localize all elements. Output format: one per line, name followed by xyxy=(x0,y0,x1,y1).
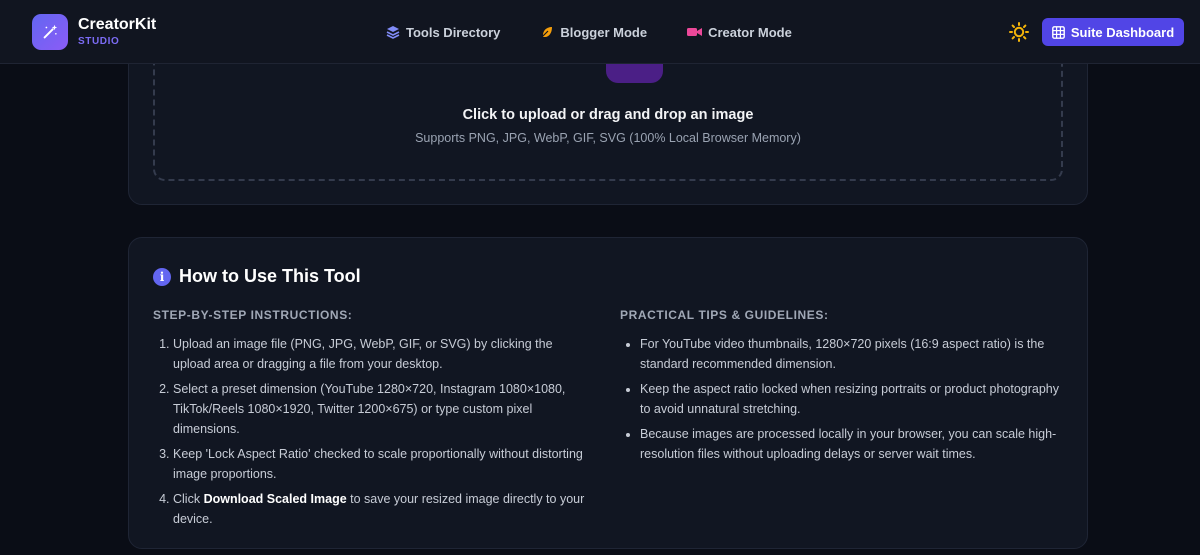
nav-blogger-mode[interactable]: Blogger Mode xyxy=(540,25,647,40)
instruction-step: Click Download Scaled Image to save your… xyxy=(173,489,593,529)
upload-subtitle: Supports PNG, JPG, WebP, GIF, SVG (100% … xyxy=(415,131,801,145)
tip-item: Because images are processed locally in … xyxy=(640,424,1060,464)
tip-item: Keep the aspect ratio locked when resizi… xyxy=(640,379,1060,419)
instruction-step-pre: Click xyxy=(173,492,204,506)
tips-heading: PRACTICAL TIPS & GUIDELINES: xyxy=(620,308,829,322)
instruction-step: Keep 'Lock Aspect Ratio' checked to scal… xyxy=(173,444,593,484)
suite-dashboard-label: Suite Dashboard xyxy=(1070,24,1175,40)
info-icon: i xyxy=(153,267,171,286)
feather-icon xyxy=(540,27,553,39)
nav-creator-mode[interactable]: Creator Mode xyxy=(687,25,792,40)
instructions-column: STEP-BY-STEP INSTRUCTIONS: Upload an ima… xyxy=(153,308,593,534)
sun-icon[interactable] xyxy=(1009,22,1029,42)
suite-dashboard-button[interactable]: Suite Dashboard xyxy=(1042,18,1184,46)
nav-blogger-mode-label: Blogger Mode xyxy=(560,24,648,40)
nav-creator-mode-label: Creator Mode xyxy=(708,24,792,40)
brand-name: CreatorKit xyxy=(78,16,157,33)
how-to-card: i How to Use This Tool STEP-BY-STEP INST… xyxy=(128,237,1088,549)
tips-list: For YouTube video thumbnails, 1280×720 p… xyxy=(620,334,1060,464)
how-to-title-text: How to Use This Tool xyxy=(179,266,361,286)
instruction-step: Upload an image file (PNG, JPG, WebP, GI… xyxy=(173,334,593,374)
top-navbar: CreatorKit STUDIO Tools Directory Blogge… xyxy=(0,0,1200,64)
magic-wand-icon xyxy=(32,14,68,50)
brand[interactable]: CreatorKit STUDIO xyxy=(32,14,156,50)
instructions-list: Upload an image file (PNG, JPG, WebP, GI… xyxy=(153,334,593,529)
video-icon xyxy=(687,28,703,36)
nav-tools-directory[interactable]: Tools Directory xyxy=(386,25,500,40)
nav-links: Tools Directory Blogger Mode Creator Mod… xyxy=(386,0,832,64)
nav-tools-directory-label: Tools Directory xyxy=(406,24,501,40)
tip-item: For YouTube video thumbnails, 1280×720 p… xyxy=(640,334,1060,374)
instruction-step: Select a preset dimension (YouTube 1280×… xyxy=(173,379,593,439)
tips-column: PRACTICAL TIPS & GUIDELINES: For YouTube… xyxy=(620,308,1060,469)
upload-title: Click to upload or drag and drop an imag… xyxy=(462,107,754,123)
grid-icon xyxy=(1051,25,1065,39)
instructions-heading: STEP-BY-STEP INSTRUCTIONS: xyxy=(153,308,353,322)
how-to-title: i How to Use This Tool xyxy=(153,266,361,287)
instruction-step-bold: Download Scaled Image xyxy=(203,492,347,506)
layers-icon xyxy=(386,26,400,39)
brand-subtitle: STUDIO xyxy=(78,36,120,47)
